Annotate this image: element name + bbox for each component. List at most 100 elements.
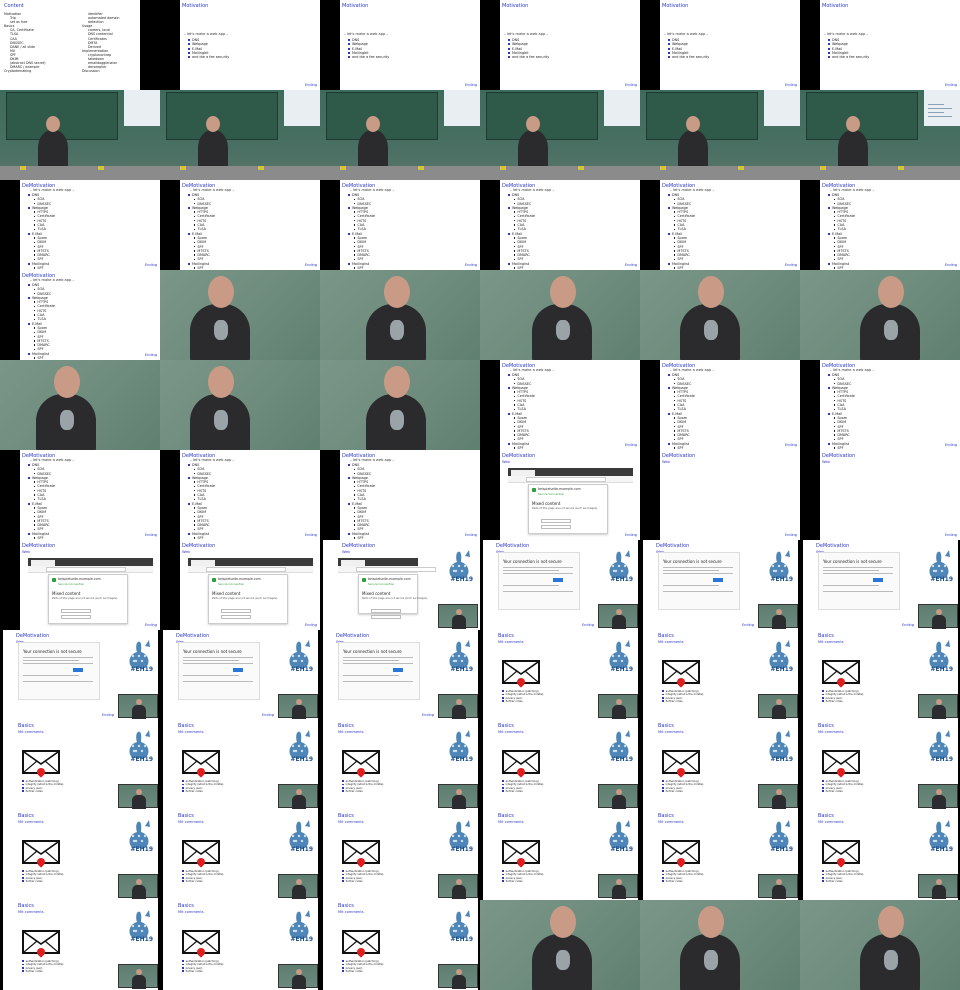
video-frame-thumbnail[interactable]: DeMotivation Web beispielseite-example.com… — [160, 540, 320, 630]
video-frame-thumbnail[interactable]: DeMotivation – let's make a web app – DNS S… — [0, 270, 160, 360]
video-frame-thumbnail[interactable]: Basics Mit comments authentication (patchi… — [800, 630, 960, 720]
video-frame-thumbnail[interactable]: DeMotivationWebYour connection is not se… — [320, 630, 480, 720]
form-field[interactable] — [371, 615, 401, 619]
basics-bullet-item: further notes — [342, 970, 383, 973]
video-frame-thumbnail[interactable]: DeMotivation Web beispielseite-example.com… — [480, 450, 640, 540]
video-frame-thumbnail[interactable]: DeMotivation – let's make a web app – DNS S… — [640, 360, 800, 450]
video-frame-thumbnail[interactable]: Basics Mit comments authentication (patchi… — [480, 810, 640, 900]
video-frame-thumbnail[interactable]: DeMotivation Web beispielseite-example.com… — [320, 540, 480, 630]
video-frame-thumbnail[interactable]: Basics Mit comments authentication (patchi… — [640, 630, 800, 720]
video-frame-thumbnail[interactable]: DeMotivationWebYour connection is not se… — [0, 630, 160, 720]
address-input[interactable] — [356, 567, 436, 572]
go-back-button[interactable] — [393, 668, 403, 672]
bullet-icon — [508, 51, 510, 54]
video-frame-thumbnail[interactable]: Content Motivation Trip set as free Basics CA… — [0, 0, 160, 90]
video-frame-thumbnail[interactable] — [160, 90, 320, 180]
video-frame-thumbnail[interactable]: DeMotivation – let's make a web app – DNS S… — [480, 180, 640, 270]
video-frame-thumbnail[interactable]: DeMotivation – let's make a web app – DNS S… — [0, 180, 160, 270]
video-frame-thumbnail[interactable]: DeMotivation – let's make a web app – DNS S… — [0, 450, 160, 540]
video-frame-thumbnail[interactable]: Basics Mit comments authentication (patchi… — [320, 810, 480, 900]
video-frame-thumbnail[interactable]: Basics Mit comments authentication (patchi… — [320, 720, 480, 810]
video-frame-thumbnail[interactable]: Basics Mit comments authentication (patchi… — [0, 810, 160, 900]
video-frame-thumbnail[interactable]: Motivation – let's make a web app – DNS Web… — [800, 0, 960, 90]
video-frame-thumbnail[interactable]: Basics Mit comments authentication (patchi… — [800, 720, 960, 810]
video-frame-thumbnail[interactable] — [160, 360, 320, 450]
form-field[interactable] — [221, 615, 251, 619]
video-frame-thumbnail[interactable]: Basics Mit comments authentication (patchi… — [0, 720, 160, 810]
video-frame-thumbnail[interactable] — [480, 900, 640, 990]
video-frame-thumbnail[interactable]: DeMotivation – let's make a web app – DNS S… — [640, 180, 800, 270]
video-frame-thumbnail[interactable]: Motivation – let's make a web app – DNS Web… — [320, 0, 480, 90]
video-frame-thumbnail[interactable]: DeMotivation Web Ending — [800, 450, 960, 540]
video-frame-thumbnail[interactable]: Basics Mit comments authentication (patchi… — [160, 720, 320, 810]
video-frame-thumbnail[interactable] — [320, 270, 480, 360]
video-frame-thumbnail[interactable]: DeMotivation Web beispielseite-example.com… — [0, 540, 160, 630]
video-frame-thumbnail[interactable] — [800, 90, 960, 180]
video-frame-thumbnail[interactable]: Basics Mit comments authentication (patchi… — [160, 810, 320, 900]
video-frame-thumbnail[interactable]: DeMotivationWebYour connection is not se… — [640, 540, 800, 630]
bullet-icon — [22, 780, 24, 782]
video-frame-thumbnail[interactable] — [640, 90, 800, 180]
go-back-button[interactable] — [233, 668, 243, 672]
form-field[interactable] — [541, 525, 571, 529]
go-back-button[interactable] — [73, 668, 83, 672]
video-frame-thumbnail[interactable]: DeMotivation – let's make a web app – DNS S… — [320, 450, 480, 540]
video-frame-thumbnail[interactable]: Basics Mit comments authentication (patchi… — [320, 900, 480, 990]
video-frame-thumbnail[interactable]: Motivation – let's make a web app – DNS Web… — [160, 0, 320, 90]
video-frame-thumbnail[interactable] — [480, 270, 640, 360]
video-frame-thumbnail[interactable]: DeMotivation – let's make a web app – DNS S… — [160, 180, 320, 270]
video-frame-thumbnail[interactable]: Basics Mit comments authentication (patchi… — [800, 810, 960, 900]
bullet-icon — [514, 254, 516, 256]
bullet-icon — [194, 211, 196, 213]
address-input[interactable] — [206, 567, 286, 572]
form-field[interactable] — [61, 609, 91, 613]
motivation-bullet-list: DNS Webpage E-Mail Mailingbit and the a fee … — [508, 38, 549, 59]
video-frame-thumbnail[interactable] — [0, 90, 160, 180]
video-frame-thumbnail[interactable]: Basics Mit comments authentication (patchi… — [0, 900, 160, 990]
speaker — [292, 975, 306, 989]
slide-black-border — [800, 450, 820, 540]
video-frame-thumbnail[interactable] — [160, 270, 320, 360]
bullet-icon — [822, 783, 824, 786]
video-frame-thumbnail[interactable]: DeMotivation – let's make a web app – DNS S… — [800, 360, 960, 450]
video-frame-thumbnail[interactable]: DeMotivation – let's make a web app – DNS S… — [480, 360, 640, 450]
slide-subtitle: Mit comments — [178, 730, 204, 734]
video-frame-thumbnail[interactable] — [480, 90, 640, 180]
address-input[interactable] — [526, 477, 606, 482]
video-frame-thumbnail[interactable]: Motivation – let's make a web app – DNS Web… — [480, 0, 640, 90]
video-frame-thumbnail[interactable] — [640, 900, 800, 990]
go-back-button[interactable] — [553, 578, 563, 582]
video-frame-thumbnail[interactable]: Basics Mit comments authentication (patchi… — [480, 720, 640, 810]
address-input[interactable] — [46, 567, 126, 572]
basics-bullet-item-text: further notes — [185, 790, 203, 794]
shirt-print — [556, 320, 570, 340]
video-frame-thumbnail[interactable]: DeMotivationWebYour connection is not se… — [480, 540, 640, 630]
form-field[interactable] — [221, 609, 251, 613]
video-frame-thumbnail[interactable]: Basics Mit comments authentication (patchi… — [640, 810, 800, 900]
video-frame-thumbnail[interactable]: DeMotivation – let's make a web app – DNS S… — [320, 180, 480, 270]
video-frame-thumbnail[interactable]: DeMotivationWebYour connection is not se… — [800, 540, 960, 630]
basics-bullet-list: authentication (patching) integrity (what… — [502, 780, 543, 794]
video-frame-thumbnail[interactable] — [800, 270, 960, 360]
video-frame-thumbnail[interactable]: Basics Mit comments authentication (patchi… — [160, 900, 320, 990]
video-frame-thumbnail[interactable]: DeMotivation – let's make a web app – DNS S… — [800, 180, 960, 270]
video-frame-thumbnail[interactable] — [320, 360, 480, 450]
video-frame-thumbnail[interactable] — [320, 90, 480, 180]
form-field[interactable] — [541, 519, 571, 523]
video-frame-thumbnail[interactable]: Motivation – let's make a web app – DNS Web… — [640, 0, 800, 90]
go-back-button[interactable] — [713, 578, 723, 582]
lock-icon — [52, 578, 56, 582]
video-frame-thumbnail[interactable]: DeMotivation Web Ending — [640, 450, 800, 540]
video-frame-thumbnail[interactable] — [800, 900, 960, 990]
video-frame-thumbnail[interactable]: DeMotivationWebYour connection is not se… — [160, 630, 320, 720]
video-frame-thumbnail[interactable]: Basics Mit comments authentication (patchi… — [480, 630, 640, 720]
form-field[interactable] — [61, 615, 91, 619]
video-frame-thumbnail[interactable] — [0, 360, 160, 450]
go-back-button[interactable] — [873, 578, 883, 582]
video-frame-thumbnail[interactable] — [640, 270, 800, 360]
slide-black-border — [0, 180, 20, 270]
form-field[interactable] — [371, 609, 401, 613]
video-frame-thumbnail[interactable]: Basics Mit comments authentication (patchi… — [640, 720, 800, 810]
speaker-camera-inset — [278, 784, 318, 809]
video-frame-thumbnail[interactable]: DeMotivation – let's make a web app – DNS S… — [160, 450, 320, 540]
